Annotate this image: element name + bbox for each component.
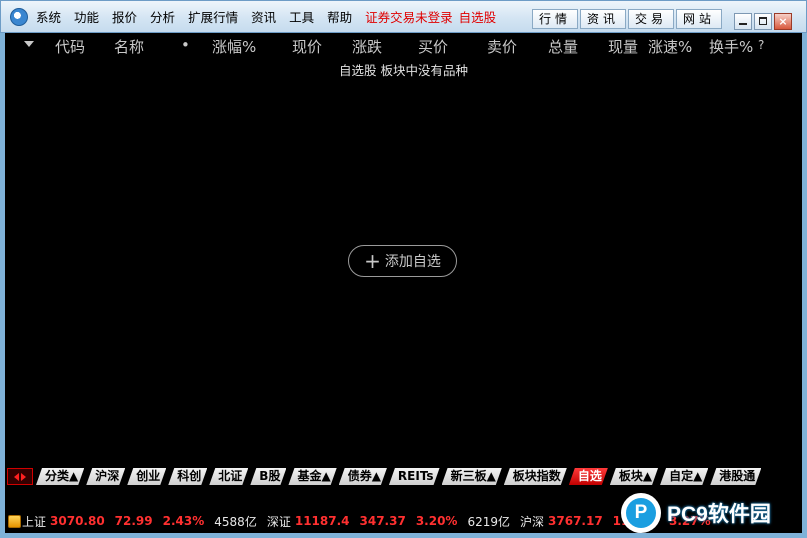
bottom-tab[interactable]: 板块指数: [504, 468, 567, 485]
bottom-tab[interactable]: 债券▲: [339, 468, 387, 485]
menu-function[interactable]: 功能: [74, 7, 99, 26]
index-value: 3070.80: [50, 514, 105, 528]
col-help-icon[interactable]: ?: [758, 38, 764, 52]
market-status-icon[interactable]: [8, 514, 21, 528]
sort-dropdown-icon[interactable]: [24, 41, 34, 47]
top-tab-buttons: 行情 资讯 交易 网站: [532, 9, 724, 29]
col-bid[interactable]: 买价: [418, 36, 448, 57]
col-name[interactable]: 名称: [114, 36, 144, 57]
bottom-tab[interactable]: 自定▲: [660, 468, 708, 485]
col-change-pct[interactable]: 涨幅%: [212, 36, 256, 57]
login-status[interactable]: 证券交易未登录: [365, 7, 453, 26]
menu-help[interactable]: 帮助: [327, 7, 352, 26]
tab-scroll-buttons[interactable]: [7, 468, 33, 485]
arrow-right-icon[interactable]: [21, 472, 26, 481]
bottom-tab[interactable]: 科创: [168, 468, 207, 485]
tab-news[interactable]: 资讯: [580, 9, 626, 29]
minimize-icon: [739, 23, 747, 25]
index-name: 上证: [22, 514, 47, 529]
index-pct: 2.43%: [162, 514, 205, 528]
col-change[interactable]: 涨跌: [352, 36, 382, 57]
tab-website[interactable]: 网站: [676, 9, 722, 29]
close-button[interactable]: ×: [774, 13, 792, 30]
index-value: 3767.17: [548, 514, 603, 528]
watermark-text: PC9软件园: [667, 502, 771, 526]
index-value: 11187.4: [294, 514, 350, 528]
bottom-tab[interactable]: 港股通: [710, 468, 761, 485]
index-volume: 4588亿: [214, 514, 257, 529]
tab-market[interactable]: 行情: [532, 9, 578, 29]
index-name: 沪深: [520, 514, 545, 529]
bottom-tab[interactable]: 创业: [127, 468, 166, 485]
bottom-tab[interactable]: REITs: [389, 468, 440, 485]
menu-quote[interactable]: 报价: [112, 7, 137, 26]
col-turnover[interactable]: 换手%: [709, 36, 753, 57]
index-name: 深证: [266, 514, 291, 529]
bottom-tab[interactable]: 北证: [209, 468, 248, 485]
current-view-label: 自选股: [458, 10, 497, 25]
col-price[interactable]: 现价: [292, 36, 322, 57]
maximize-button[interactable]: [754, 13, 772, 30]
index-pct: 3.20%: [415, 514, 458, 528]
menu-extended-market[interactable]: 扩展行情: [188, 7, 238, 26]
arrow-left-icon[interactable]: [14, 472, 19, 481]
menu-analysis[interactable]: 分析: [150, 7, 175, 26]
bottom-tab[interactable]: 新三板▲: [442, 468, 502, 485]
add-watchlist-label: 添加自选: [384, 254, 441, 270]
index-volume: 6219亿: [467, 514, 510, 529]
col-ask[interactable]: 卖价: [487, 36, 517, 57]
menu-bar: 系统 功能 报价 分析 扩展行情 资讯 工具 帮助 证券交易未登录 自选股 行情…: [0, 0, 807, 33]
empty-list-message: 自选股 板块中没有品种: [339, 63, 468, 78]
menu-tools[interactable]: 工具: [289, 7, 314, 26]
col-total-volume[interactable]: 总量: [548, 36, 578, 57]
col-dot: •: [181, 36, 190, 54]
tab-trade[interactable]: 交易: [628, 9, 674, 29]
menu-system[interactable]: 系统: [36, 7, 61, 26]
col-current-volume[interactable]: 现量: [608, 36, 638, 57]
menu-news[interactable]: 资讯: [251, 7, 276, 26]
close-icon: ×: [778, 15, 788, 28]
app-logo-icon[interactable]: [10, 7, 28, 26]
bottom-tab[interactable]: 基金▲: [288, 468, 336, 485]
watermark-logo-icon: P: [621, 492, 661, 533]
column-header: 代码 名称 • 涨幅% 现价 涨跌 买价 卖价 总量 现量 涨速% 换手% ?: [5, 33, 802, 57]
bottom-tab[interactable]: B股: [250, 468, 286, 485]
bottom-tab[interactable]: 自选: [569, 468, 608, 485]
plus-icon: +: [364, 249, 381, 273]
maximize-icon: [759, 17, 767, 25]
add-watchlist-button[interactable]: + 添加自选: [348, 245, 457, 277]
index-change: 347.37: [359, 514, 406, 528]
bottom-tab[interactable]: 分类▲: [36, 468, 84, 485]
window-controls: ×: [734, 13, 794, 30]
watermark: P PC9软件园: [621, 492, 802, 533]
col-speed[interactable]: 涨速%: [648, 36, 692, 57]
index-change: 72.99: [114, 514, 153, 528]
bottom-tab[interactable]: 板块▲: [610, 468, 658, 485]
bottom-tab[interactable]: 沪深: [86, 468, 125, 485]
minimize-button[interactable]: [734, 13, 752, 30]
col-code[interactable]: 代码: [55, 36, 85, 57]
bottom-tabs: 分类▲ 沪深 创业 科创 北证 B股 基金▲ 债券▲ REITs 新三板▲ 板块指数 自选 板块▲ 自定▲…: [36, 468, 763, 485]
bottom-tab-bar: 分类▲ 沪深 创业 科创 北证 B股 基金▲ 债券▲ REITs 新三板▲ 板块指数 自选 板块▲ 自定▲…: [5, 466, 802, 485]
